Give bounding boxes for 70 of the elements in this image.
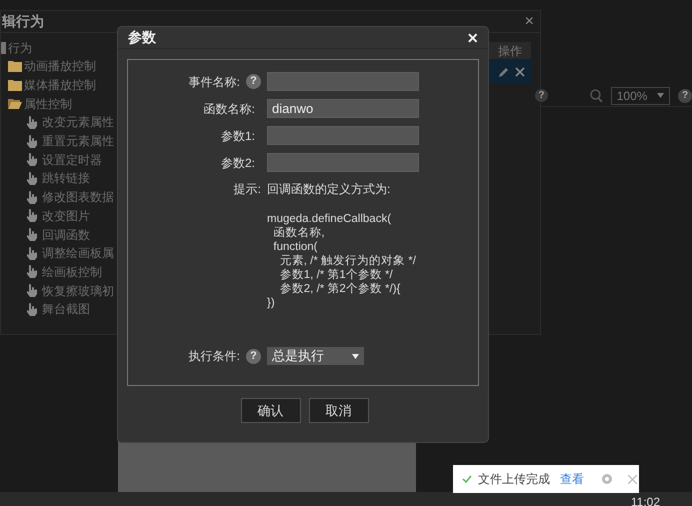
code-line: 函数名称, bbox=[272, 226, 326, 240]
tree-folder[interactable]: 媒体播放控制 bbox=[24, 76, 96, 94]
check-icon bbox=[462, 475, 472, 483]
code-line: 参数1, /* 第1个参数 */ bbox=[278, 268, 394, 282]
help-icon[interactable]: ? bbox=[678, 88, 692, 102]
tree-item[interactable]: 舞台截图 bbox=[42, 300, 90, 318]
hand-icon bbox=[26, 265, 37, 278]
hand-icon bbox=[26, 116, 37, 129]
dialog-button[interactable]: 确认 bbox=[240, 398, 300, 423]
help-icon[interactable]: ? bbox=[535, 89, 548, 102]
field-label: 参数2: bbox=[220, 154, 255, 172]
tree-item[interactable]: 恢复擦玻璃初 bbox=[42, 282, 114, 300]
field-label: 参数1: bbox=[220, 128, 255, 144]
tree-item[interactable]: 回调函数 bbox=[42, 226, 90, 244]
field-label: 执行条件: bbox=[188, 348, 240, 365]
folder-icon bbox=[8, 60, 22, 72]
tree-item[interactable]: 重置元素属性 bbox=[42, 132, 114, 150]
tree-item[interactable]: 跳转链接 bbox=[42, 169, 90, 188]
window-title: 辑行为 bbox=[1, 12, 44, 31]
caret-icon bbox=[352, 354, 359, 358]
clock-text: 11:02 bbox=[630, 495, 660, 506]
hand-icon bbox=[26, 172, 37, 185]
input-field[interactable] bbox=[267, 72, 419, 91]
hand-icon bbox=[26, 284, 37, 298]
hand-icon bbox=[26, 302, 37, 316]
hand-icon bbox=[26, 246, 37, 260]
code-line: mugeda.defineCallback( bbox=[267, 212, 392, 226]
tree-root[interactable]: 行为 bbox=[8, 39, 32, 57]
hand-icon bbox=[26, 228, 37, 242]
hand-icon bbox=[26, 190, 37, 204]
code-line: }) bbox=[267, 296, 276, 310]
hint-text: 回调函数的定义方式为: bbox=[267, 181, 392, 198]
tree-folder[interactable]: 动画播放控制 bbox=[24, 57, 96, 76]
close-button[interactable]: × bbox=[524, 14, 534, 30]
tree-item[interactable]: 绘画板控制 bbox=[42, 262, 102, 281]
hand-icon bbox=[26, 209, 37, 222]
help-icon[interactable]: ? bbox=[246, 74, 261, 89]
code-line: 参数2, /* 第2个参数 */){ bbox=[278, 282, 402, 296]
folder-icon bbox=[8, 80, 22, 91]
tree-item[interactable]: 修改图表数据 bbox=[42, 188, 114, 206]
close-icon[interactable] bbox=[515, 66, 525, 76]
field-label: 函数名称: bbox=[204, 100, 255, 118]
zoom-select[interactable]: 100% bbox=[610, 86, 670, 104]
input-field[interactable]: dianwo bbox=[267, 99, 419, 118]
dialog-title: 参数 bbox=[128, 28, 156, 47]
condition-select[interactable]: 总是执行 bbox=[267, 347, 364, 365]
hand-icon bbox=[26, 153, 37, 166]
tree-folder[interactable]: 属性控制 bbox=[24, 94, 72, 113]
column-header: 操作 bbox=[489, 42, 531, 59]
open-folder-icon bbox=[8, 98, 22, 110]
code-line: 元素, /* 触发行为的对象 */ bbox=[278, 254, 416, 268]
input-field[interactable] bbox=[267, 153, 419, 172]
tree-item[interactable]: 调整绘画板属 bbox=[42, 244, 114, 262]
dialog-button[interactable]: 取消 bbox=[308, 398, 368, 423]
pencil-icon[interactable] bbox=[499, 66, 509, 76]
field-label: 事件名称: bbox=[188, 74, 240, 90]
input-field[interactable] bbox=[267, 126, 419, 145]
code-line: function( bbox=[272, 240, 318, 254]
close-button[interactable]: × bbox=[467, 28, 478, 46]
table-row[interactable] bbox=[489, 59, 531, 84]
caret-icon bbox=[657, 93, 664, 98]
notification-message: 文件上传完成 bbox=[478, 471, 550, 488]
tree-item[interactable]: 改变图片 bbox=[42, 206, 90, 225]
help-icon[interactable]: ? bbox=[246, 348, 261, 364]
hint-label: 提示: bbox=[234, 181, 261, 198]
tree-item[interactable]: 改变元素属性 bbox=[42, 113, 114, 132]
search-icon[interactable] bbox=[590, 88, 603, 102]
view-link[interactable]: 查看 bbox=[560, 470, 584, 488]
hand-icon bbox=[26, 134, 37, 148]
tree-item[interactable]: 设置定时器 bbox=[42, 150, 102, 169]
